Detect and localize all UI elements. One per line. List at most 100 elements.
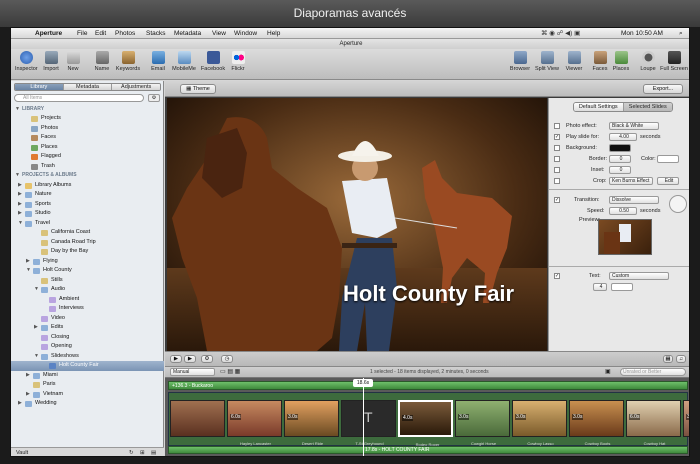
text-select[interactable]: Custom <box>609 272 669 280</box>
tree-item[interactable]: Stills <box>11 276 164 286</box>
export-button[interactable]: Export... <box>643 84 683 94</box>
tree-item[interactable]: Video <box>11 314 164 324</box>
border-checkbox[interactable] <box>554 156 560 162</box>
slide-title-overlay[interactable]: Holt County Fair <box>343 281 514 307</box>
vault-menu-icon[interactable]: ▤ <box>151 448 156 456</box>
disclosure-icon[interactable]: ▶ <box>18 181 22 191</box>
tab-default-settings[interactable]: Default Settings <box>574 103 624 111</box>
transition-select[interactable]: Dissolve <box>609 196 659 204</box>
sidebar-item-faces[interactable]: Faces <box>11 133 164 143</box>
crop-checkbox[interactable] <box>554 178 560 184</box>
text-checkbox[interactable]: ✓ <box>554 273 560 279</box>
timeline-clip[interactable]: 3.0s Desert Ride <box>284 400 339 446</box>
disclosure-icon[interactable]: ▶ <box>34 323 38 333</box>
tree-item[interactable]: ▼ Holt County <box>11 266 164 276</box>
timeline-clip[interactable]: 6.0s Cowboy Hat <box>626 400 681 446</box>
import-button[interactable]: Import <box>41 51 61 72</box>
play-full-button[interactable]: ▶ <box>170 355 182 363</box>
mode-select[interactable]: Manual <box>170 368 215 376</box>
split-view-button[interactable]: Split View <box>533 51 561 72</box>
browser-view-icons[interactable]: ▭ ▤ ▦ <box>220 368 240 375</box>
tree-item[interactable]: ▶ Wedding <box>11 399 164 409</box>
tab-library[interactable]: Library <box>15 84 64 90</box>
play-button[interactable]: ▶ <box>184 355 196 363</box>
tree-item[interactable]: Ambient <box>11 295 164 305</box>
text-color-well[interactable] <box>611 283 633 291</box>
timeline-clip[interactable]: 3.0s Cowboy Lasso <box>512 400 567 446</box>
edit-button[interactable]: Edit <box>657 177 679 185</box>
play-slide-field[interactable]: 4.00 <box>609 133 637 141</box>
disclosure-icon[interactable]: ▶ <box>26 371 30 381</box>
disclosure-icon[interactable]: ▶ <box>26 257 30 267</box>
timeline-clip[interactable]: 3.0s Cowgirl Horse <box>455 400 510 446</box>
tree-item[interactable]: ▼ Slideshows <box>11 352 164 362</box>
disclosure-icon[interactable]: ▶ <box>18 200 22 210</box>
tree-item[interactable]: Holt County Fair <box>11 361 164 371</box>
background-color-well[interactable] <box>609 144 631 152</box>
tree-item[interactable]: Opening <box>11 342 164 352</box>
disclosure-icon[interactable]: ▼ <box>26 266 31 276</box>
filter-icon[interactable]: ▣ <box>605 368 611 375</box>
spotlight-icon[interactable]: ⌕ <box>679 28 683 39</box>
background-checkbox[interactable] <box>554 145 560 151</box>
loupe-button[interactable]: Loupe <box>639 51 657 72</box>
tree-item[interactable]: ▶ Sports <box>11 200 164 210</box>
browser-button[interactable]: Browser <box>509 51 531 72</box>
tree-item[interactable]: ▼ Travel <box>11 219 164 229</box>
photo-effect-select[interactable]: Black & White <box>609 122 659 130</box>
audio-icon[interactable]: ♫ <box>676 355 686 363</box>
tree-item[interactable]: Day by the Bay <box>11 247 164 257</box>
add-vault-icon[interactable]: ⊞ <box>140 448 145 456</box>
timeline-clip[interactable]: 3.0s Cowboy Boots <box>569 400 624 446</box>
tree-item[interactable]: ▶ Nature <box>11 190 164 200</box>
disclosure-icon[interactable]: ▶ <box>18 399 22 409</box>
full-screen-button[interactable]: Full Screen <box>659 51 689 72</box>
menu-edit[interactable]: Edit <box>95 28 106 39</box>
crop-select[interactable]: Ken Burns Effect <box>609 177 653 185</box>
timer-icon[interactable]: ◷ <box>221 355 233 363</box>
tree-item[interactable]: Interviews <box>11 304 164 314</box>
disclosure-icon[interactable]: ▼ <box>15 171 20 181</box>
disclosure-icon[interactable]: ▼ <box>18 219 23 229</box>
menu-stacks[interactable]: Stacks <box>146 28 166 39</box>
disclosure-icon[interactable]: ▼ <box>34 352 39 362</box>
tab-metadata[interactable]: Metadata <box>63 84 113 90</box>
tree-item[interactable]: Canada Road Trip <box>11 238 164 248</box>
name-button[interactable]: Name <box>93 51 111 72</box>
disclosure-icon[interactable]: ▶ <box>26 390 30 400</box>
menu-help[interactable]: Help <box>267 28 280 39</box>
filter-search-input[interactable]: Unrated or Better <box>620 368 686 376</box>
sidebar-item-photos[interactable]: Photos <box>11 124 164 134</box>
viewer-button[interactable]: Viewer <box>563 51 585 72</box>
keywords-button[interactable]: Keywords <box>115 51 141 72</box>
tree-item[interactable]: Paris <box>11 380 164 390</box>
menu-metadata[interactable]: Metadata <box>174 28 201 39</box>
tree-item[interactable]: ▶ Miami <box>11 371 164 381</box>
photo-effect-checkbox[interactable] <box>554 123 560 129</box>
transition-checkbox[interactable]: ✓ <box>554 197 560 203</box>
play-slide-checkbox[interactable]: ✓ <box>554 134 560 140</box>
menu-app[interactable]: Aperture <box>35 28 62 39</box>
inspector-button[interactable]: Inspector <box>15 51 38 72</box>
border-field[interactable]: 0 <box>609 155 631 163</box>
sidebar-item-trash[interactable]: Trash <box>11 162 164 172</box>
tree-item[interactable]: ▶ Studio <box>11 209 164 219</box>
grid-view-icon[interactable]: ▦ <box>663 355 673 363</box>
tree-item[interactable]: ▶ Library Albums <box>11 181 164 191</box>
settings-gear-icon[interactable]: ⚙ <box>201 355 213 363</box>
tree-item[interactable]: ▶ Vietnam <box>11 390 164 400</box>
refresh-vault-icon[interactable]: ↻ <box>129 448 134 456</box>
timeline-clip[interactable]: 4.0s Rodeo Roper <box>398 400 453 447</box>
facebook-button[interactable]: Facebook <box>200 51 226 72</box>
timeline-clip[interactable] <box>170 400 225 437</box>
tab-selected-slides[interactable]: Selected Slides <box>623 103 672 111</box>
sidebar-item-places[interactable]: Places <box>11 143 164 153</box>
timeline-clip[interactable]: 6.0s Hayley Lancaster <box>227 400 282 446</box>
places-button[interactable]: Places <box>611 51 631 72</box>
playhead-line[interactable] <box>363 378 364 456</box>
inset-checkbox[interactable] <box>554 167 560 173</box>
action-menu-button[interactable]: ⚙ <box>148 94 160 102</box>
flickr-button[interactable]: Flickr <box>228 51 248 72</box>
tree-item[interactable]: ▶ Edits <box>11 323 164 333</box>
tree-item[interactable]: California Coast <box>11 228 164 238</box>
